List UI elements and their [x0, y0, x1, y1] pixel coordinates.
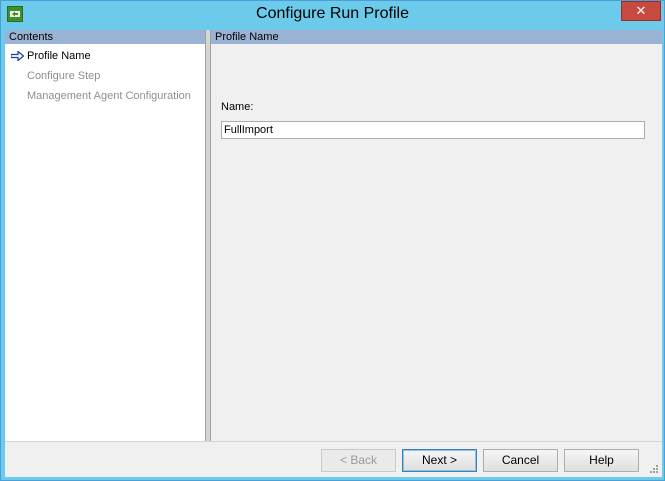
- dialog-body: Contents Profile Name Configure Step Man…: [5, 30, 662, 477]
- nav-item-management-agent-configuration[interactable]: Management Agent Configuration: [27, 90, 191, 102]
- nav-item-profile-name[interactable]: Profile Name: [27, 50, 91, 62]
- current-step-arrow-icon: [11, 51, 24, 61]
- help-button[interactable]: Help: [564, 449, 639, 472]
- contents-pane: Contents Profile Name Configure Step Man…: [5, 30, 206, 441]
- configure-run-profile-window: Configure Run Profile ✕ Contents Profile…: [0, 0, 665, 481]
- nav-item-configure-step[interactable]: Configure Step: [27, 70, 100, 82]
- title-bar[interactable]: Configure Run Profile ✕: [1, 1, 664, 30]
- cancel-button[interactable]: Cancel: [483, 449, 558, 472]
- name-label: Name:: [221, 101, 254, 113]
- name-input[interactable]: [221, 121, 645, 139]
- resize-grip-icon[interactable]: [649, 464, 659, 474]
- back-button[interactable]: < Back: [321, 449, 396, 472]
- next-button[interactable]: Next >: [402, 449, 477, 472]
- window-title: Configure Run Profile: [256, 5, 409, 22]
- footer-divider: [5, 441, 662, 442]
- close-button[interactable]: ✕: [621, 1, 661, 21]
- contents-header: Contents: [5, 30, 205, 44]
- profile-name-pane: Profile Name Name:: [211, 30, 662, 441]
- profile-name-header: Profile Name: [211, 30, 662, 44]
